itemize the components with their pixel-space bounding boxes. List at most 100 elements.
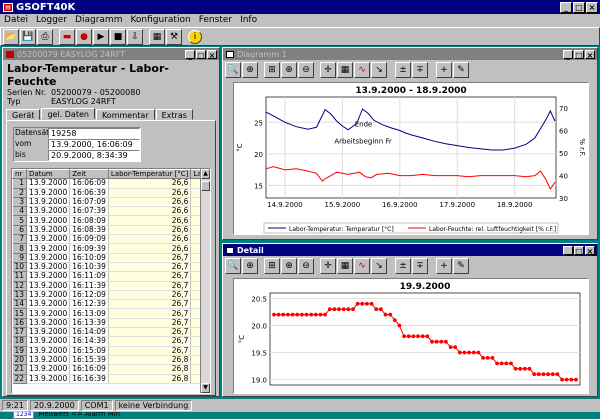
- table-row[interactable]: 413.9.200016:07:3926,652,0: [12, 206, 210, 217]
- table-row[interactable]: 1913.9.200016:15:0926,751,6: [12, 346, 210, 356]
- y-tick-label: 20: [254, 151, 263, 159]
- logger-icon[interactable]: ▬: [59, 29, 75, 45]
- detail-zoom-out-icon[interactable]: ⊖: [298, 258, 314, 274]
- scroll-up-button[interactable]: ▲: [201, 169, 210, 179]
- table-row[interactable]: 813.9.200016:09:3926,651,3: [12, 243, 210, 254]
- zoom-out-icon[interactable]: ⊖: [298, 62, 314, 78]
- menu-item-fenster[interactable]: Fenster: [199, 15, 232, 25]
- open-icon[interactable]: 📂: [3, 29, 19, 45]
- detail-grid-icon[interactable]: ▦: [337, 258, 353, 274]
- detail-minimize-button[interactable]: _: [563, 245, 573, 256]
- column-header[interactable]: Labor-Temperatur [°C]: [107, 169, 192, 180]
- tab-0[interactable]: Gerät: [6, 109, 41, 120]
- table-cell: 15: [12, 308, 28, 319]
- detail-cursor-cross-icon[interactable]: ✛: [320, 258, 336, 274]
- table-row[interactable]: 2213.9.200016:16:3926,851,5: [12, 374, 210, 384]
- table-row[interactable]: 313.9.200016:07:0926,652,1: [12, 197, 210, 208]
- detail-axis-minus-icon[interactable]: ∓: [412, 258, 428, 274]
- table-row[interactable]: 513.9.200016:08:0926,651,6: [12, 215, 210, 226]
- marker-add-icon[interactable]: +: [436, 62, 452, 78]
- detail-data-point: [555, 372, 560, 377]
- curve-icon[interactable]: ∿: [354, 62, 370, 78]
- table-row[interactable]: 913.9.200016:10:0926,751,3: [12, 253, 210, 263]
- zoom-x-icon[interactable]: ⊕: [281, 62, 297, 78]
- table-row[interactable]: 1213.9.200016:11:3926,751,5: [12, 281, 210, 291]
- record-icon[interactable]: ●: [76, 29, 92, 45]
- tab-3[interactable]: Extras: [155, 109, 193, 120]
- print-icon[interactable]: ⎙: [37, 29, 53, 45]
- detail-data-point: [290, 312, 295, 317]
- chart-icon[interactable]: ▦: [149, 29, 165, 45]
- wizard-icon[interactable]: ⚒: [166, 29, 182, 45]
- pointer-icon[interactable]: ↘: [371, 62, 387, 78]
- table-row[interactable]: 1513.9.200016:13:0926,751,6: [12, 308, 210, 319]
- detail-zoom-icon[interactable]: 🔍: [225, 258, 241, 274]
- save-icon[interactable]: 💾: [20, 29, 36, 45]
- column-header[interactable]: Zeit: [69, 169, 109, 180]
- column-header[interactable]: Datum: [26, 169, 71, 180]
- detail-close-button[interactable]: ×: [585, 245, 595, 256]
- table-row[interactable]: 2113.9.200016:16:0926,851,3: [12, 364, 210, 375]
- detail-marker-edit-icon[interactable]: ✎: [453, 258, 469, 274]
- menu-item-info[interactable]: Info: [240, 15, 257, 25]
- stop-icon[interactable]: ■: [110, 29, 126, 45]
- table-row[interactable]: 113.9.200016:06:0926,652,1: [12, 178, 210, 189]
- zoom-icon[interactable]: 🔍: [225, 62, 241, 78]
- table-cell: 16:06:09: [69, 178, 109, 189]
- download-icon[interactable]: ⇩: [127, 29, 143, 45]
- diagram-plot-area[interactable]: 13.9.2000 - 18.9.2000 14.9.2000 15.9.2000 1…: [233, 82, 589, 235]
- diagram-close-button[interactable]: ×: [585, 49, 595, 60]
- cursor-cross-icon[interactable]: ✛: [320, 62, 336, 78]
- detail-plot-area[interactable]: 19.9.2000 19.0 19.5 20.0 20.5 °C: [233, 278, 589, 394]
- scroll-down-button[interactable]: ▼: [201, 383, 210, 393]
- logger-maximize-button[interactable]: □: [196, 49, 206, 60]
- menu-item-konfiguration[interactable]: Konfiguration: [130, 15, 190, 25]
- table-row[interactable]: 1413.9.200016:12:3926,751,4: [12, 299, 210, 310]
- table-scrollbar[interactable]: ▲ ▼: [200, 169, 210, 393]
- detail-pointer-icon[interactable]: ↘: [371, 258, 387, 274]
- tab-1[interactable]: gel. Daten: [41, 108, 95, 119]
- marker-edit-icon[interactable]: ✎: [453, 62, 469, 78]
- detail-curve-icon[interactable]: ∿: [354, 258, 370, 274]
- menu-item-logger[interactable]: Logger: [36, 15, 67, 25]
- table-row[interactable]: 713.9.200016:09:0926,651,6: [12, 234, 210, 245]
- detail-maximize-button[interactable]: □: [574, 245, 584, 256]
- zoom-in-icon[interactable]: ⊕: [242, 62, 258, 78]
- logger-close-button[interactable]: ×: [207, 49, 217, 60]
- menu-item-datei[interactable]: Datei: [4, 15, 28, 25]
- play-icon[interactable]: ▶: [93, 29, 109, 45]
- detail-zoom-area-icon[interactable]: ⊞: [264, 258, 280, 274]
- menu-item-diagramm[interactable]: Diagramm: [75, 15, 122, 25]
- axis-plus-icon[interactable]: ±: [395, 62, 411, 78]
- table-cell: 16:11:09: [69, 271, 109, 282]
- detail-data-point: [509, 361, 513, 366]
- table-row[interactable]: 1613.9.200016:13:3926,751,6: [12, 318, 210, 329]
- table-row[interactable]: 1313.9.200016:12:0926,751,6: [12, 290, 210, 301]
- table-row[interactable]: 1713.9.200016:14:0926,751,5: [12, 327, 210, 338]
- detail-axis-plus-icon[interactable]: ±: [395, 258, 411, 274]
- logger-minimize-button[interactable]: _: [185, 49, 195, 60]
- column-header[interactable]: nr: [12, 169, 28, 180]
- table-row[interactable]: 613.9.200016:08:3926,651,6: [12, 225, 210, 236]
- status-field: COM1: [80, 400, 113, 411]
- table-row[interactable]: 213.9.200016:06:3926,652,1: [12, 188, 210, 198]
- scroll-thumb[interactable]: [201, 181, 210, 191]
- detail-zoom-x-icon[interactable]: ⊕: [281, 258, 297, 274]
- diagram-minimize-button[interactable]: _: [563, 49, 573, 60]
- close-button[interactable]: ×: [586, 1, 598, 13]
- table-row[interactable]: 1813.9.200016:14:3926,751,6: [12, 336, 210, 347]
- table-row[interactable]: 2013.9.200016:15:3926,851,5: [12, 355, 210, 366]
- zoom-area-icon[interactable]: ⊞: [264, 62, 280, 78]
- table-row[interactable]: 1113.9.200016:11:0926,751,6: [12, 271, 210, 282]
- detail-marker-add-icon[interactable]: +: [436, 258, 452, 274]
- minimize-button[interactable]: _: [560, 1, 572, 13]
- grid-icon[interactable]: ▦: [337, 62, 353, 78]
- detail-zoom-in-icon[interactable]: ⊕: [242, 258, 258, 274]
- axis-minus-icon[interactable]: ∓: [412, 62, 428, 78]
- menu-bar: Datei Logger Diagramm Konfiguration Fenster I…: [0, 14, 600, 27]
- diagram-maximize-button[interactable]: □: [574, 49, 584, 60]
- tab-2[interactable]: Kommentar: [95, 109, 155, 120]
- table-row[interactable]: 1013.9.200016:10:3926,751,3: [12, 262, 210, 273]
- maximize-button[interactable]: □: [573, 1, 585, 13]
- info-icon[interactable]: i: [188, 30, 202, 44]
